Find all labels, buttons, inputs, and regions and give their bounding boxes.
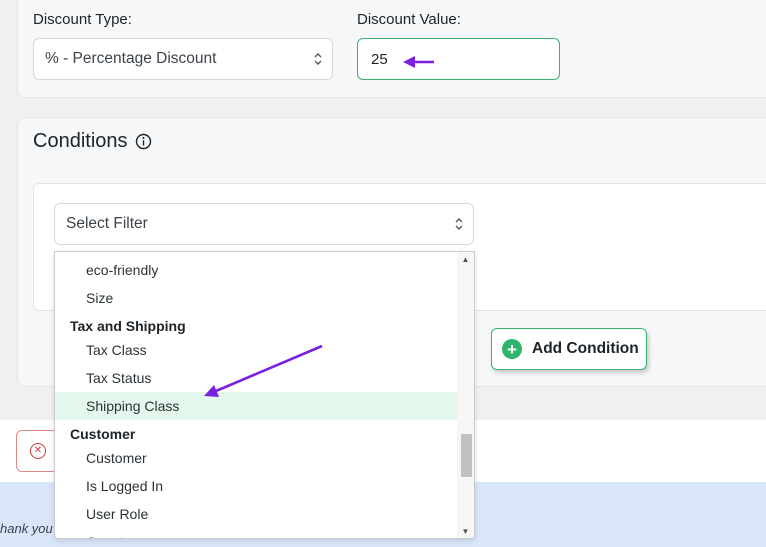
dropdown-option[interactable]: User Role — [55, 500, 458, 528]
dropdown-option[interactable]: Shipping Class — [55, 392, 458, 420]
discount-value-text: 25 — [371, 50, 388, 68]
dropdown-option[interactable]: Tax Status — [55, 364, 458, 392]
conditions-title: Conditions — [33, 130, 128, 152]
discount-value-label: Discount Value: — [357, 11, 461, 28]
filter-select[interactable]: Select Filter — [54, 203, 474, 245]
add-condition-label: Add Condition — [532, 340, 639, 357]
dropdown-option[interactable]: Size — [55, 284, 458, 312]
info-circle-icon[interactable] — [135, 133, 152, 150]
discount-type-value: % - Percentage Discount — [45, 50, 217, 67]
scroll-down-icon[interactable]: ▼ — [457, 524, 474, 538]
chevron-updown-icon — [455, 218, 463, 230]
discount-type-label: Discount Type: — [33, 11, 132, 28]
chevron-updown-icon — [314, 53, 322, 65]
filter-select-placeholder: Select Filter — [66, 215, 148, 232]
footer-text: hank you — [0, 521, 53, 536]
dropdown-scrollbar[interactable]: ▲ ▼ — [457, 252, 474, 538]
scroll-thumb[interactable] — [461, 434, 472, 477]
dropdown-option[interactable]: Country — [55, 528, 458, 538]
plus-circle-icon: + — [502, 339, 522, 359]
dropdown-option[interactable]: eco-friendly — [55, 256, 458, 284]
dropdown-group-label: Tax and Shipping — [70, 318, 186, 334]
add-condition-button[interactable]: + Add Condition — [491, 328, 647, 370]
page: Discount Type: % - Percentage Discount D… — [0, 0, 766, 547]
dropdown-option[interactable]: Customer — [55, 444, 458, 472]
dropdown-option[interactable]: Tax Class — [55, 336, 458, 364]
filter-dropdown-list[interactable]: eco-friendly Size Tax and Shipping Tax Clas… — [54, 251, 475, 539]
x-circle-icon: ✕ — [30, 443, 46, 459]
discount-type-select[interactable]: % - Percentage Discount — [33, 38, 333, 80]
dropdown-group-label: Customer — [70, 426, 136, 442]
discount-value-input[interactable]: 25 — [357, 38, 560, 80]
dropdown-option[interactable]: Is Logged In — [55, 472, 458, 500]
scroll-up-icon[interactable]: ▲ — [457, 252, 474, 268]
